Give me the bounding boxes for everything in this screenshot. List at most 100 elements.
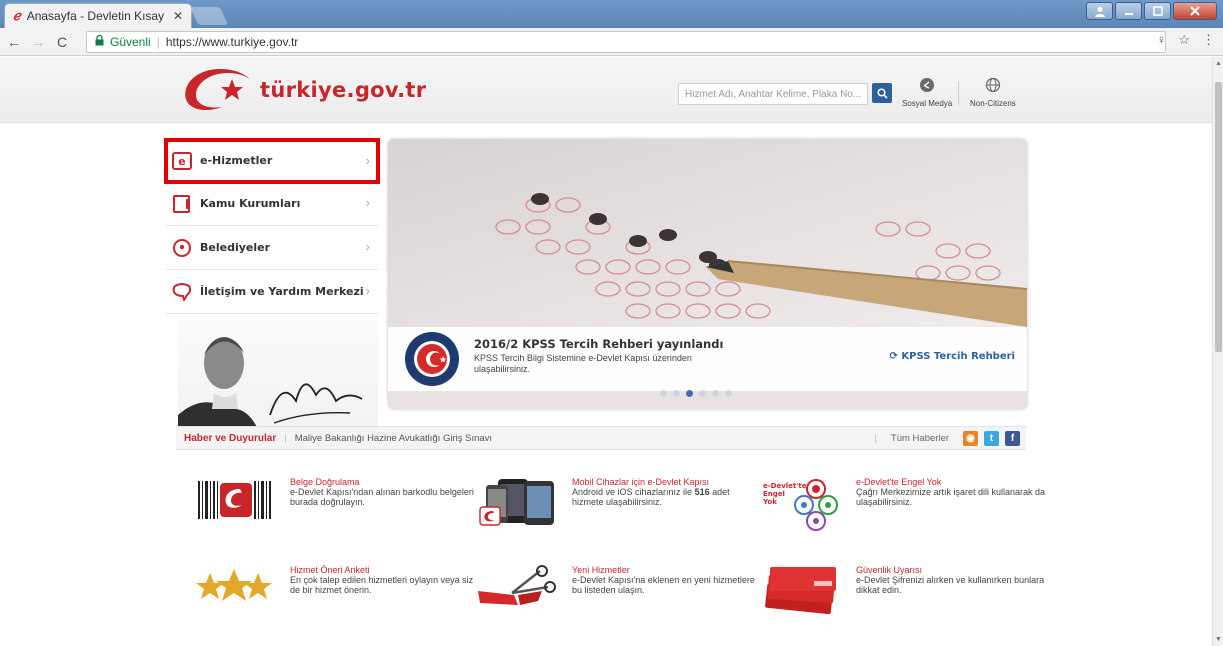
- kpss-guide-link[interactable]: ⟳ KPSS Tercih Rehberi: [890, 351, 1015, 362]
- feature-description: e-Devlet Kapısı'na eklenen en yeni hizme…: [572, 575, 755, 595]
- social-media-icon: [902, 77, 952, 98]
- scroll-thumb[interactable]: [1215, 82, 1222, 352]
- kpss-seal-logo: [404, 331, 460, 387]
- feature-belge-dogrulama[interactable]: Belge Doğrulama e-Devlet Kapısı'ndan alı…: [196, 477, 474, 537]
- forward-icon[interactable]: →: [28, 34, 48, 50]
- slider-dot[interactable]: [660, 390, 667, 397]
- news-slider[interactable]: 2016/2 KPSS Tercih Rehberi yayınlandı KP…: [388, 139, 1027, 409]
- service-count: 516: [694, 487, 710, 497]
- feature-text: Güvenlik Uyarısı e-Devlet Şifrenizi alır…: [856, 565, 1046, 595]
- feature-yeni-hizmetler[interactable]: Yeni Hizmetler e-Devlet Kapısı'na eklene…: [478, 565, 755, 625]
- site-favicon-icon: ℯ: [13, 8, 21, 23]
- slider-dot[interactable]: [725, 390, 732, 397]
- omnibox-divider: |: [156, 35, 160, 49]
- svg-text:Yok: Yok: [762, 498, 777, 506]
- back-icon[interactable]: ←: [4, 34, 24, 50]
- refresh-arrows-icon: ⟳: [889, 351, 898, 362]
- lock-icon: [95, 34, 104, 49]
- news-title[interactable]: Haber ve Duyurular: [176, 433, 276, 444]
- feature-text: Hizmet Öneri Anketi En çok talep edilen …: [290, 565, 480, 595]
- menu-item-kamu-kurumlari[interactable]: Kamu Kurumları ›: [166, 182, 378, 226]
- reload-icon[interactable]: C: [52, 34, 72, 50]
- slider-dot[interactable]: [673, 390, 680, 397]
- non-citizens-link[interactable]: Non-Citizens: [970, 77, 1016, 108]
- profile-icon[interactable]: [1086, 2, 1113, 20]
- slider-title[interactable]: 2016/2 KPSS Tercih Rehberi yayınlandı: [474, 337, 723, 351]
- chat-bubble-icon: [172, 282, 192, 302]
- menu-item-iletisim[interactable]: İletişim ve Yardım Merkezi ›: [166, 270, 378, 314]
- social-media-label: Sosyal Medya: [902, 99, 953, 108]
- search-button[interactable]: [872, 83, 892, 103]
- menu-label: Belediyeler: [200, 241, 271, 254]
- slider-dot[interactable]: [712, 390, 719, 397]
- scroll-up-icon[interactable]: ▲: [1215, 60, 1222, 67]
- slider-dot[interactable]: [699, 390, 706, 397]
- rss-icon[interactable]: ◉: [963, 431, 978, 446]
- feature-mobil-cihazlar[interactable]: Mobil Cihazlar için e-Devlet Kapısı Andr…: [478, 477, 730, 537]
- feature-engel-yok[interactable]: e-Devlet'te Engel Yok e-Devlet'te Engel …: [762, 477, 1045, 537]
- window-titlebar: ℯ Anasayfa - Devletin Kısay ✕: [0, 0, 1223, 28]
- feature-title: Güvenlik Uyarısı: [856, 565, 923, 575]
- feature-title: Mobil Cihazlar için e-Devlet Kapısı: [572, 477, 710, 487]
- feature-text: Belge Doğrulama e-Devlet Kapısı'ndan alı…: [290, 477, 480, 507]
- svg-text:Engel: Engel: [763, 490, 785, 498]
- feature-description: Çağrı Merkezimize artık işaret dili kull…: [856, 487, 1046, 507]
- feature-title: e-Devlet'te Engel Yok: [856, 477, 942, 487]
- feature-description-pre: Android ve iOS cihazlarınız ile: [572, 487, 695, 497]
- toolbar-actions: ♀ ☆ ⋮: [1157, 32, 1215, 48]
- svg-text:e-Devlet'te: e-Devlet'te: [763, 482, 807, 490]
- chevron-right-icon: ›: [365, 239, 370, 254]
- non-citizens-label: Non-Citizens: [970, 99, 1016, 108]
- page-scrollbar[interactable]: ▲ ▼: [1212, 57, 1223, 646]
- feature-description: e-Devlet Kapısı'ndan alınan barkodlu bel…: [290, 487, 474, 507]
- feature-hizmet-oneri[interactable]: Hizmet Öneri Anketi En çok talep edilen …: [196, 565, 473, 625]
- menu-item-e-hizmetler[interactable]: e e-Hizmetler ›: [164, 138, 380, 184]
- stars-image: [196, 565, 286, 625]
- address-bar[interactable]: Güvenli | https://www.turkiye.gov.tr: [86, 31, 1166, 53]
- maximize-button[interactable]: [1144, 2, 1171, 20]
- browser-tab[interactable]: ℯ Anasayfa - Devletin Kısay ✕: [4, 3, 192, 28]
- logo-text: türkiye.gov.tr: [260, 78, 427, 102]
- mobile-devices-image: [478, 477, 568, 537]
- close-window-button[interactable]: [1173, 2, 1217, 20]
- twitter-icon[interactable]: t: [984, 431, 999, 446]
- tab-close-icon[interactable]: ✕: [173, 9, 183, 23]
- page-content: türkiye.gov.tr Hizmet Adı, Anahtar Kelim…: [0, 57, 1212, 646]
- bookmark-star-icon[interactable]: ☆: [1178, 32, 1190, 48]
- scroll-down-icon[interactable]: ▼: [1215, 636, 1222, 643]
- url-text[interactable]: https://www.turkiye.gov.tr: [166, 35, 299, 49]
- news-divider: |: [874, 433, 877, 444]
- header-divider: [958, 81, 959, 105]
- new-tab-button[interactable]: [189, 7, 229, 25]
- chevron-right-icon: ›: [365, 153, 370, 168]
- feature-guvenlik-uyarisi[interactable]: Güvenlik Uyarısı e-Devlet Şifrenizi alır…: [762, 565, 1044, 625]
- social-media-link[interactable]: Sosyal Medya: [902, 77, 952, 108]
- all-news-link[interactable]: Tüm Haberler: [891, 433, 949, 444]
- extension-icon[interactable]: ♀: [1157, 32, 1167, 48]
- accessibility-logo-image: e-Devlet'te Engel Yok: [762, 477, 852, 537]
- site-header: türkiye.gov.tr Hizmet Adı, Anahtar Kelim…: [0, 57, 1212, 123]
- site-logo[interactable]: türkiye.gov.tr: [180, 65, 426, 115]
- secure-label: Güvenli: [110, 35, 151, 49]
- minimize-button[interactable]: [1115, 2, 1142, 20]
- barcode-image: [196, 477, 286, 537]
- slider-dot[interactable]: [686, 390, 693, 397]
- news-divider: |: [284, 432, 287, 444]
- e-services-icon: e: [172, 151, 192, 171]
- kpss-guide-label: KPSS Tercih Rehberi: [901, 351, 1015, 362]
- news-bar: Haber ve Duyurular | Maliye Bakanlığı Ha…: [176, 426, 1026, 450]
- slider-pagination: [660, 390, 732, 397]
- feature-title: Yeni Hizmetler: [572, 565, 630, 575]
- news-actions: | Tüm Haberler ◉ t f: [866, 431, 1020, 446]
- slider-description: KPSS Tercih Bilgi Sistemine e-Devlet Kap…: [474, 353, 692, 374]
- ribbon-scissors-image: [478, 565, 568, 625]
- search-input[interactable]: Hizmet Adı, Anahtar Kelime, Plaka No...: [678, 83, 868, 105]
- news-item[interactable]: Maliye Bakanlığı Hazine Avukatlığı Giriş…: [295, 433, 492, 444]
- menu-label: e-Hizmetler: [200, 154, 273, 167]
- ataturk-portrait-image: [178, 319, 378, 439]
- chevron-right-icon: ›: [365, 195, 370, 210]
- menu-item-belediyeler[interactable]: Belediyeler ›: [166, 226, 378, 270]
- menu-kebab-icon[interactable]: ⋮: [1202, 32, 1215, 48]
- location-pin-icon: [172, 238, 192, 258]
- facebook-icon[interactable]: f: [1005, 431, 1020, 446]
